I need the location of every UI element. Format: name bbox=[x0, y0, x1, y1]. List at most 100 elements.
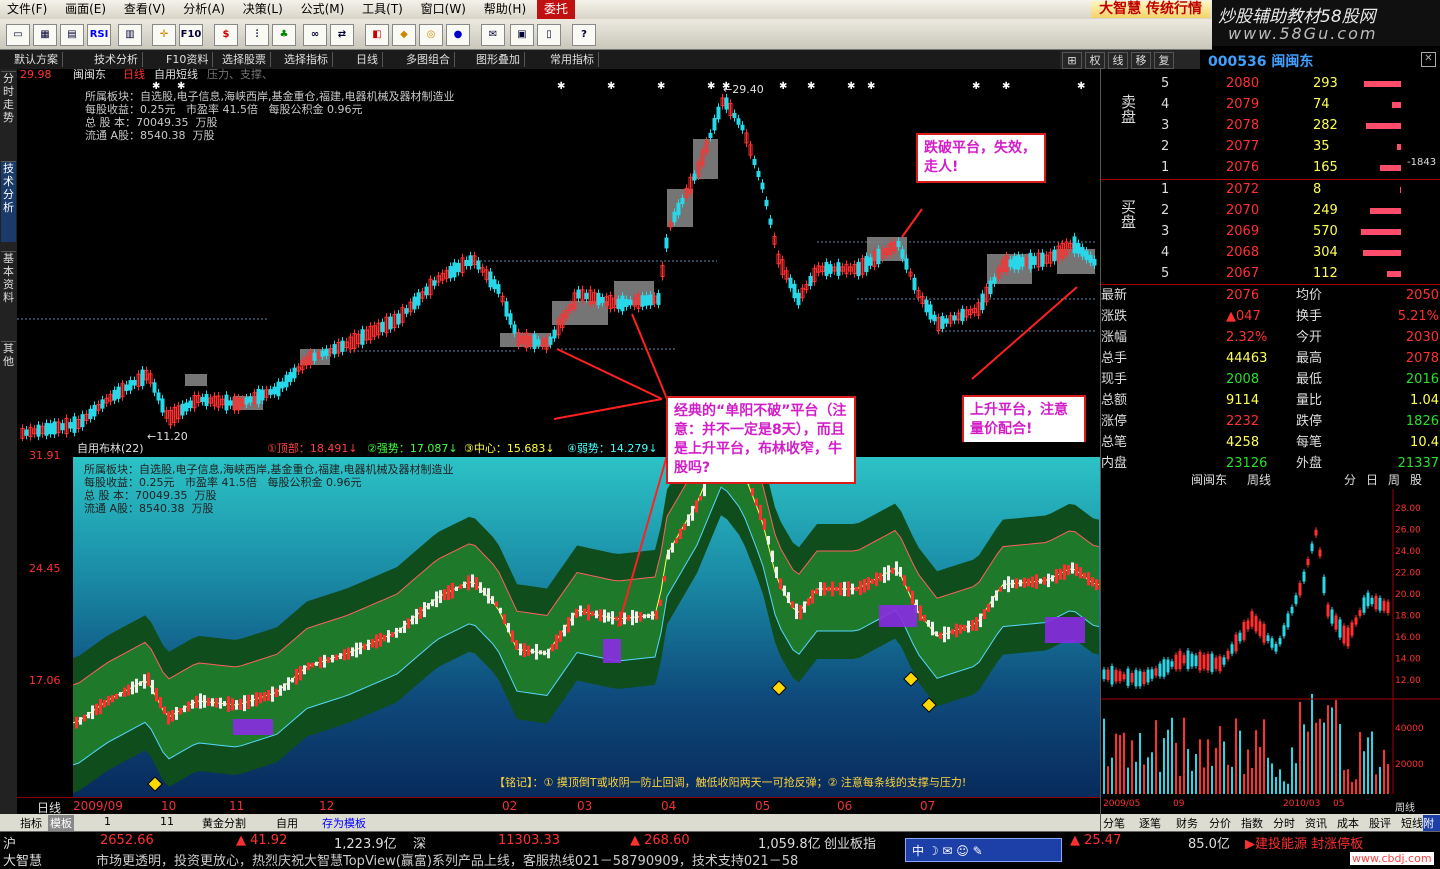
f10-button[interactable]: F10 bbox=[179, 24, 203, 46]
save-template-button[interactable]: 存为模板 bbox=[322, 815, 366, 831]
callout-arrow bbox=[556, 348, 663, 400]
tab-other[interactable]: 其他 bbox=[1, 341, 16, 392]
mini-tab[interactable]: 短线 bbox=[1401, 815, 1423, 831]
overlay[interactable]: 图形叠加 bbox=[472, 52, 525, 67]
kline-chart[interactable]: ✱ ✱ ✱ ✱ ✱ ✱ ✱ ✱ ✱ ✱ ✱ ✱ ✱ ✱ 29.98 闽闽东 日线 自用短线 压力、支撑、 … bbox=[17, 69, 1100, 445]
mail-icon[interactable]: ✉ bbox=[481, 24, 505, 46]
boll-candle bbox=[1007, 576, 1010, 593]
menu-view-screen[interactable]: 画面(E) bbox=[58, 0, 113, 19]
mini-volume-bar bbox=[1287, 783, 1289, 794]
multi-chart[interactable]: 多图组合 bbox=[402, 52, 455, 67]
menu-analysis[interactable]: 分析(A) bbox=[176, 0, 232, 19]
mini-period-label: 周线 bbox=[1395, 801, 1415, 814]
arrows-icon[interactable]: ⇄ bbox=[330, 24, 354, 46]
mode-line[interactable]: 线 bbox=[1108, 52, 1128, 69]
ime-toolbar[interactable]: 中 ☽ ✉ ☺ ✎ bbox=[905, 838, 1062, 862]
close-icon[interactable]: ✕ bbox=[1421, 52, 1436, 67]
rsi-button[interactable]: RSI bbox=[87, 24, 111, 46]
tab-golden-section[interactable]: 黄金分割 bbox=[202, 815, 246, 831]
menu-formula[interactable]: 公式(M) bbox=[294, 0, 352, 19]
mini-weekly-chart[interactable]: 28.00 26.00 24.00 22.00 20.00 18.00 16.00 14.00… bbox=[1101, 489, 1440, 814]
tree-icon[interactable]: ♣ bbox=[272, 24, 296, 46]
boll-candle bbox=[247, 694, 250, 710]
select-stock[interactable]: 选择股票 bbox=[218, 52, 271, 67]
mini-tab[interactable]: 分笔 bbox=[1103, 815, 1125, 831]
mini-tab[interactable]: 成本 bbox=[1337, 815, 1359, 831]
boll-candle bbox=[83, 714, 86, 722]
tab-intraday[interactable]: 分时走势 bbox=[1, 71, 16, 152]
boll-candle bbox=[1035, 574, 1038, 589]
mini-volume-bar bbox=[1279, 769, 1281, 794]
tab-indicator[interactable]: 指标 bbox=[20, 815, 42, 831]
chart-red-icon[interactable]: ◧ bbox=[365, 24, 389, 46]
mini-x-label: 2009/05 bbox=[1103, 799, 1140, 809]
boll-candle bbox=[1047, 573, 1050, 588]
menu-entrust[interactable]: 委托 bbox=[536, 0, 575, 19]
mini-tab[interactable]: 财务 bbox=[1176, 815, 1198, 831]
mini-tab-day[interactable]: 日 bbox=[1366, 471, 1378, 488]
tab-11[interactable]: 11 bbox=[160, 815, 174, 828]
mini-tab-week[interactable]: 周 bbox=[1388, 471, 1400, 488]
tab-fundamentals[interactable]: 基本资料 bbox=[1, 251, 16, 332]
plus-box-icon[interactable]: ⊞ bbox=[1062, 52, 1082, 69]
tab-tech-analysis[interactable]: 技术分析 bbox=[1, 161, 16, 242]
boll-candle bbox=[355, 642, 358, 658]
tab-1[interactable]: 1 bbox=[104, 815, 111, 828]
mini-tab-minute[interactable]: 分 bbox=[1344, 471, 1356, 488]
f10-info[interactable]: F10资料 bbox=[162, 52, 214, 67]
boll-chart[interactable]: 自用布林(22) ①顶部：18.491↓ ②强势：17.087↓ ③中心：15.… bbox=[17, 396, 1100, 797]
mini-tab[interactable]: 分价 bbox=[1209, 815, 1231, 831]
menu-view[interactable]: 查看(V) bbox=[117, 0, 173, 19]
mini-tab[interactable]: 股评 bbox=[1369, 815, 1391, 831]
mode-rights[interactable]: 权 bbox=[1085, 52, 1105, 69]
candle-body bbox=[456, 263, 461, 273]
menu-window[interactable]: 窗口(W) bbox=[414, 0, 473, 19]
help-icon[interactable]: ? bbox=[572, 24, 596, 46]
candle-body bbox=[676, 202, 681, 216]
candle-body bbox=[764, 199, 769, 207]
candle-body bbox=[856, 261, 861, 277]
grid-icon[interactable]: ▥ bbox=[118, 24, 142, 46]
monitor-icon[interactable]: ▣ bbox=[510, 24, 534, 46]
menu-help[interactable]: 帮助(H) bbox=[477, 0, 533, 19]
quote-value: 4258 bbox=[1226, 435, 1260, 450]
mini-tab[interactable]: 指数 bbox=[1241, 815, 1263, 831]
candle-body bbox=[980, 293, 985, 310]
tab-template[interactable]: 模板 bbox=[48, 815, 74, 831]
boll-candle bbox=[79, 717, 82, 725]
boll-candle bbox=[591, 611, 594, 616]
daily-line[interactable]: 日线 bbox=[352, 52, 383, 67]
window-icon[interactable]: ▭ bbox=[6, 24, 30, 46]
menu-decision[interactable]: 决策(L) bbox=[236, 0, 290, 19]
mini-tab[interactable]: 分时 bbox=[1273, 815, 1295, 831]
tech-analysis[interactable]: 技术分析 bbox=[90, 52, 143, 67]
crosshair-icon[interactable]: ✛ bbox=[152, 24, 176, 46]
table-icon[interactable]: ▤ bbox=[60, 24, 84, 46]
mini-tab[interactable]: 逐笔 bbox=[1139, 815, 1161, 831]
boll-candle bbox=[1031, 576, 1034, 588]
blue-disc-icon[interactable]: ● bbox=[446, 24, 470, 46]
mini-tab[interactable]: 资讯 bbox=[1305, 815, 1327, 831]
select-indicator[interactable]: 选择指标 bbox=[280, 52, 333, 67]
mini-tab-stock[interactable]: 股 bbox=[1410, 471, 1422, 488]
candle-icon[interactable]: ⫶ bbox=[245, 24, 269, 46]
signal-marker: ✱ bbox=[657, 81, 665, 92]
common-indicators[interactable]: 常用指标 bbox=[546, 52, 599, 67]
dollar-button[interactable]: $ bbox=[214, 24, 238, 46]
target-icon[interactable]: ◎ bbox=[419, 24, 443, 46]
binoculars-icon[interactable]: ∞ bbox=[303, 24, 327, 46]
boll-candle bbox=[499, 607, 502, 614]
tab-custom[interactable]: 自用 bbox=[276, 815, 298, 831]
mode-restore[interactable]: 复 bbox=[1154, 52, 1174, 69]
menu-tools[interactable]: 工具(T) bbox=[355, 0, 410, 19]
menu-file[interactable]: 文件(F) bbox=[0, 0, 54, 19]
diamond-icon[interactable]: ◆ bbox=[392, 24, 416, 46]
mode-move[interactable]: 移 bbox=[1131, 52, 1151, 69]
boll-candle bbox=[919, 605, 922, 621]
buy-depth-bar bbox=[1369, 208, 1401, 214]
sell-depth-bar bbox=[1365, 123, 1401, 129]
scheme-default[interactable]: 默认方案 bbox=[10, 52, 63, 67]
boll-candle bbox=[1095, 579, 1098, 591]
notes-icon[interactable]: ▯ bbox=[537, 24, 561, 46]
chart-icon[interactable]: ▦ bbox=[33, 24, 57, 46]
